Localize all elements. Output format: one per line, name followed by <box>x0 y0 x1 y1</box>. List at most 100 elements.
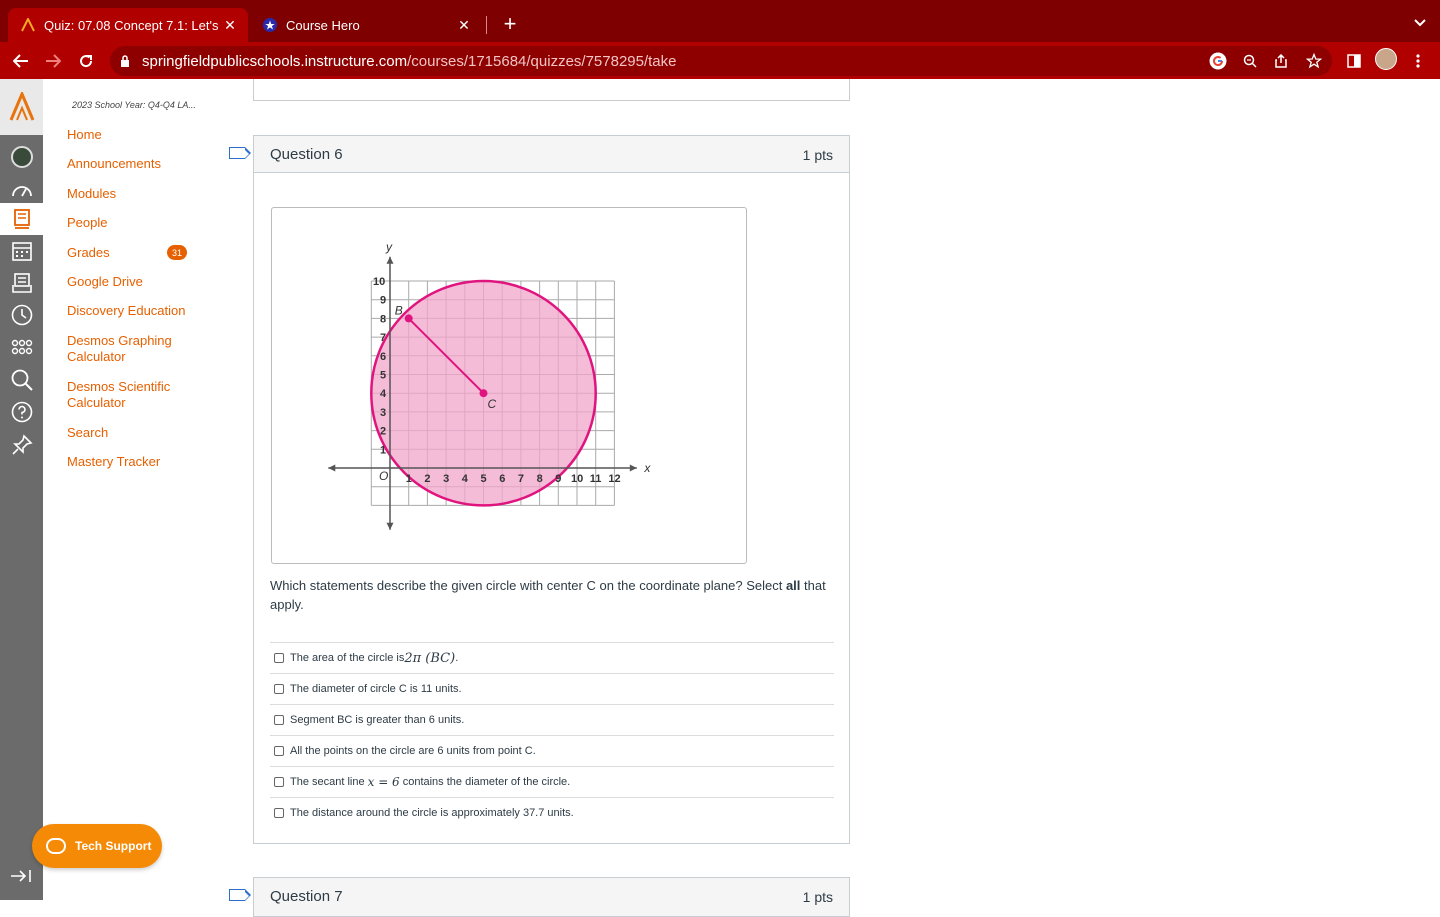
course-nav-people[interactable]: People <box>67 215 107 231</box>
answer-text-end: . <box>455 652 459 664</box>
y-tick-label: 7 <box>380 332 386 344</box>
course-nav-grades[interactable]: Grades <box>67 245 110 261</box>
tab-course-hero[interactable]: Course Hero ✕ <box>252 8 482 42</box>
url-host: springfieldpublicschools.instructure.com <box>142 53 408 70</box>
address-bar[interactable]: springfieldpublicschools.instructure.com… <box>110 46 1332 76</box>
browser-tab-bar: Quiz: 07.08 Concept 7.1: Let's ✕ Course … <box>0 0 1440 42</box>
answer-option[interactable]: All the points on the circle are 6 units… <box>270 735 834 766</box>
answer-checkbox[interactable] <box>274 808 284 818</box>
pin-icon[interactable] <box>0 429 43 461</box>
side-panel-icon[interactable] <box>1343 50 1365 72</box>
answer-checkbox[interactable] <box>274 653 284 663</box>
course-nav-search[interactable]: Search <box>67 425 108 441</box>
answer-option[interactable]: The diameter of circle C is 11 units. <box>270 673 834 704</box>
y-tick-label: 1 <box>380 444 386 456</box>
course-nav-home[interactable]: Home <box>67 127 102 143</box>
answer-checkbox[interactable] <box>274 777 284 787</box>
flag-question-icon[interactable] <box>229 147 251 159</box>
collapse-nav-icon[interactable] <box>10 869 34 889</box>
answer-text: The distance around the circle is approx… <box>290 807 574 819</box>
course-nav-google-drive[interactable]: Google Drive <box>67 274 143 290</box>
point-c-label: C <box>488 397 497 411</box>
course-nav-mastery-tracker[interactable]: Mastery Tracker <box>67 454 160 470</box>
inbox-icon[interactable] <box>0 267 43 299</box>
answer-option[interactable]: The area of the circle is 2π (BC). <box>270 642 834 673</box>
course-nav-discovery-education[interactable]: Discovery Education <box>67 303 186 319</box>
tab-quiz[interactable]: Quiz: 07.08 Concept 7.1: Let's ✕ <box>8 8 248 42</box>
coordinate-plane: 1 2 3 4 5 6 7 8 9 10 11 1212345678910OxyBC <box>328 240 651 530</box>
answer-text: The secant line <box>290 776 365 788</box>
canvas-logo-icon[interactable] <box>0 79 43 135</box>
browser-toolbar: springfieldpublicschools.instructure.com… <box>0 42 1440 79</box>
zoom-icon[interactable] <box>1240 51 1260 71</box>
answer-option[interactable]: Segment BC is greater than 6 units. <box>270 704 834 735</box>
url-text: springfieldpublicschools.instructure.com… <box>142 53 677 70</box>
x-tick-label: 12 <box>608 473 620 485</box>
chevron-down-icon[interactable] <box>1414 14 1426 30</box>
bookmark-star-icon[interactable] <box>1304 51 1324 71</box>
x-tick-label: 1 <box>406 473 412 485</box>
question-prompt: Which statements describe the given circ… <box>270 576 830 614</box>
close-icon[interactable]: ✕ <box>222 17 238 33</box>
question-points: 1 pts <box>802 889 833 905</box>
answer-text: All the points on the circle are 6 units… <box>290 745 536 757</box>
canvas-icon <box>20 17 36 33</box>
answer-checkbox[interactable] <box>274 684 284 694</box>
course-nav-desmos-scientific[interactable]: Desmos Scientific Calculator <box>67 379 187 411</box>
origin-label: O <box>379 469 388 483</box>
question-title: Question 6 <box>270 146 343 163</box>
y-tick-label: 2 <box>380 426 386 438</box>
google-icon[interactable] <box>1208 51 1228 71</box>
x-tick-label: 8 <box>537 473 543 485</box>
reload-icon[interactable] <box>73 48 99 74</box>
tech-support-button[interactable]: Tech Support <box>32 824 162 868</box>
tab-title: Course Hero <box>286 17 360 33</box>
back-arrow-icon[interactable] <box>8 48 34 74</box>
circle-graph-image: 1 2 3 4 5 6 7 8 9 10 11 12 1 2 3 4 5 6 7 8 9 10 Ox y B C <box>271 207 747 564</box>
course-nav-announcements[interactable]: Announcements <box>67 156 161 172</box>
previous-question-box <box>253 79 850 101</box>
y-axis-arrow <box>386 522 394 530</box>
lock-icon <box>120 54 130 67</box>
course-nav-modules[interactable]: Modules <box>67 186 116 202</box>
help-icon[interactable] <box>0 396 43 428</box>
tab-separator <box>486 16 487 34</box>
y-tick-label: 5 <box>380 370 386 382</box>
answer-text: Segment BC is greater than 6 units. <box>290 714 465 726</box>
x-tick-label: 4 <box>462 473 469 485</box>
flag-question-icon[interactable] <box>229 889 251 901</box>
prompt-emphasis: all <box>785 578 801 593</box>
answer-checkbox[interactable] <box>274 746 284 756</box>
course-nav-desmos-graphing[interactable]: Desmos Graphing Calculator <box>67 333 187 365</box>
x-tick-label: 10 <box>571 473 583 485</box>
answer-list: The area of the circle is 2π (BC). The d… <box>270 642 834 828</box>
x-tick-label: 6 <box>499 473 505 485</box>
dashboard-icon[interactable] <box>0 174 43 206</box>
answer-text: The area of the circle is <box>290 652 405 664</box>
y-tick-label: 6 <box>380 351 386 363</box>
history-clock-icon[interactable] <box>0 299 43 331</box>
search-icon[interactable] <box>0 364 43 396</box>
y-tick-label: 8 <box>380 313 386 325</box>
tab-title: Quiz: 07.08 Concept 7.1: Let's <box>44 17 219 33</box>
x-tick-label: 5 <box>481 473 487 485</box>
answer-option[interactable]: The distance around the circle is approx… <box>270 797 834 828</box>
calendar-icon[interactable] <box>0 235 43 267</box>
share-icon[interactable] <box>1271 51 1291 71</box>
more-menu-icon[interactable] <box>1407 50 1429 72</box>
profile-avatar[interactable] <box>1375 48 1397 70</box>
account-avatar[interactable] <box>0 141 43 173</box>
x-tick-label: 9 <box>555 473 561 485</box>
prompt-text: Which statements describe the given circ… <box>270 578 786 593</box>
close-icon[interactable]: ✕ <box>456 17 472 33</box>
course-nav: 2023 School Year: Q4-Q4 LA... Home Annou… <box>43 79 243 900</box>
star-icon <box>262 17 278 33</box>
global-nav <box>0 79 43 900</box>
answer-checkbox[interactable] <box>274 715 284 725</box>
new-tab-icon[interactable]: + <box>498 11 522 36</box>
commons-icon[interactable] <box>0 331 43 363</box>
courses-icon[interactable] <box>0 203 43 235</box>
answer-math: x = 6 <box>367 775 400 789</box>
answer-option[interactable]: The secant line x = 6 contains the diame… <box>270 766 834 797</box>
forward-arrow-icon[interactable] <box>40 48 66 74</box>
